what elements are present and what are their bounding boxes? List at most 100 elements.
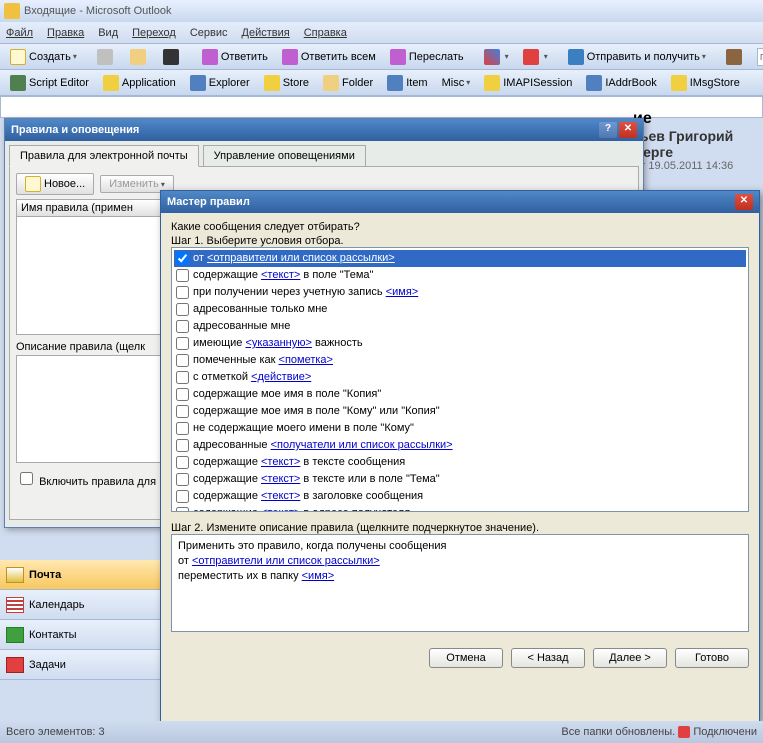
condition-checkbox[interactable]: [176, 269, 189, 282]
condition-row[interactable]: при получении через учетную запись <имя>: [174, 284, 746, 301]
toolbar-main: Создать▾ Ответить Ответить всем Переслат…: [0, 44, 763, 70]
condition-row[interactable]: содержащие <текст> в тексте или в поле "…: [174, 471, 746, 488]
desc-sender-link[interactable]: <отправители или список рассылки>: [192, 555, 380, 567]
flag-button[interactable]: ▾: [517, 47, 554, 67]
condition-row[interactable]: содержащие <текст> в поле "Тема": [174, 267, 746, 284]
desc-folder-link[interactable]: <имя>: [302, 570, 335, 582]
condition-checkbox[interactable]: [176, 354, 189, 367]
send-receive-icon: [568, 49, 584, 65]
condition-row[interactable]: адресованные <получатели или список расс…: [174, 437, 746, 454]
condition-row[interactable]: адресованные только мне: [174, 301, 746, 318]
category-button[interactable]: ▾: [478, 47, 515, 67]
condition-checkbox[interactable]: [176, 490, 189, 503]
reply-all-button[interactable]: Ответить всем: [276, 47, 382, 67]
condition-link[interactable]: <пометка>: [279, 354, 333, 366]
condition-link[interactable]: <указанную>: [245, 337, 311, 349]
wizard-close-button[interactable]: ✕: [735, 194, 753, 210]
move-button[interactable]: [124, 47, 155, 67]
condition-checkbox[interactable]: [176, 473, 189, 486]
nav-tasks[interactable]: Задачи: [0, 650, 160, 680]
condition-row[interactable]: содержащие мое имя в поле "Копия": [174, 386, 746, 403]
new-rule-button[interactable]: Новое...: [16, 173, 94, 195]
tab-email-rules[interactable]: Правила для электронной почты: [9, 145, 199, 167]
back-button[interactable]: < Назад: [511, 648, 585, 668]
condition-row[interactable]: содержащие мое имя в поле "Кому" или "Ко…: [174, 403, 746, 420]
menu-go[interactable]: Переход: [132, 27, 176, 39]
condition-checkbox[interactable]: [176, 303, 189, 316]
msgstore-button[interactable]: IMsgStore: [665, 73, 746, 93]
condition-link[interactable]: <текст>: [261, 507, 300, 512]
rules-dialog-title: Правила и оповещения: [11, 124, 139, 136]
print-button[interactable]: [91, 47, 122, 67]
conditions-list[interactable]: от <отправители или список рассылки>соде…: [171, 247, 749, 512]
condition-link[interactable]: <текст>: [261, 490, 300, 502]
condition-row[interactable]: содержащие <текст> в заголовке сообщения: [174, 488, 746, 505]
condition-checkbox[interactable]: [176, 507, 189, 512]
tab-alerts[interactable]: Управление оповещениями: [203, 145, 366, 166]
condition-checkbox[interactable]: [176, 337, 189, 350]
status-mid: Все папки обновлены.: [561, 726, 675, 738]
condition-link[interactable]: <действие>: [251, 371, 311, 383]
forward-button[interactable]: Переслать: [384, 47, 470, 67]
condition-checkbox[interactable]: [176, 286, 189, 299]
condition-link[interactable]: <имя>: [386, 286, 419, 298]
explorer-button[interactable]: Explorer: [184, 73, 256, 93]
close-button[interactable]: ✕: [619, 122, 637, 138]
condition-row[interactable]: помеченные как <пометка>: [174, 352, 746, 369]
store-button[interactable]: Store: [258, 73, 315, 93]
condition-row[interactable]: содержащие <текст> в адресе получателя: [174, 505, 746, 512]
enable-rules-checkbox[interactable]: [20, 472, 33, 485]
search-input[interactable]: [757, 48, 763, 66]
condition-link[interactable]: <текст>: [261, 473, 300, 485]
addressbook-button[interactable]: [720, 47, 751, 67]
send-receive-button[interactable]: Отправить и получить▾: [562, 47, 712, 67]
item-button[interactable]: Item: [381, 73, 433, 93]
condition-checkbox[interactable]: [176, 456, 189, 469]
addrbook-button[interactable]: IAddrBook: [580, 73, 662, 93]
cancel-button[interactable]: Отмена: [429, 648, 503, 668]
application-button[interactable]: Application: [97, 73, 182, 93]
delete-button[interactable]: [157, 47, 188, 67]
menu-view[interactable]: Вид: [98, 27, 118, 39]
condition-checkbox[interactable]: [176, 320, 189, 333]
nav-contacts[interactable]: Контакты: [0, 620, 160, 650]
condition-checkbox[interactable]: [176, 388, 189, 401]
condition-link[interactable]: <получатели или список рассылки>: [271, 439, 453, 451]
script-editor-button[interactable]: Script Editor: [4, 73, 95, 93]
condition-checkbox[interactable]: [176, 405, 189, 418]
menu-service[interactable]: Сервис: [190, 27, 228, 39]
create-button[interactable]: Создать▾: [4, 47, 83, 67]
condition-row[interactable]: не содержащие моего имени в поле "Кому": [174, 420, 746, 437]
condition-link[interactable]: <отправители или список рассылки>: [207, 252, 395, 264]
done-button[interactable]: Готово: [675, 648, 749, 668]
menu-help[interactable]: Справка: [304, 27, 347, 39]
window-title: Входящие - Microsoft Outlook: [24, 5, 172, 17]
condition-checkbox[interactable]: [176, 252, 189, 265]
folder-button[interactable]: Folder: [317, 73, 379, 93]
condition-link[interactable]: <текст>: [261, 456, 300, 468]
enable-rules-label: Включить правила для: [39, 476, 156, 488]
condition-link[interactable]: <текст>: [261, 269, 300, 281]
help-button[interactable]: ?: [599, 122, 617, 138]
condition-row[interactable]: от <отправители или список рассылки>: [174, 250, 746, 267]
condition-checkbox[interactable]: [176, 439, 189, 452]
condition-checkbox[interactable]: [176, 371, 189, 384]
status-right: Подключени: [693, 726, 757, 738]
reply-button[interactable]: Ответить: [196, 47, 274, 67]
misc-button[interactable]: Misc▾: [436, 75, 477, 91]
condition-row[interactable]: адресованные мне: [174, 318, 746, 335]
nav-mail[interactable]: Почта: [0, 560, 160, 590]
rules-dialog-titlebar: Правила и оповещения ? ✕: [5, 119, 643, 141]
next-button[interactable]: Далее >: [593, 648, 667, 668]
mapi-button[interactable]: IMAPISession: [478, 73, 578, 93]
menu-edit[interactable]: Правка: [47, 27, 84, 39]
menu-actions[interactable]: Действия: [242, 27, 290, 39]
nav-calendar[interactable]: Календарь: [0, 590, 160, 620]
condition-checkbox[interactable]: [176, 422, 189, 435]
condition-row[interactable]: с отметкой <действие>: [174, 369, 746, 386]
condition-row[interactable]: имеющие <указанную> важность: [174, 335, 746, 352]
condition-row[interactable]: содержащие <текст> в тексте сообщения: [174, 454, 746, 471]
status-left: Всего элементов: 3: [6, 726, 105, 738]
desc-line2: от <отправители или список рассылки>: [178, 554, 742, 569]
menu-file[interactable]: Файл: [6, 27, 33, 39]
